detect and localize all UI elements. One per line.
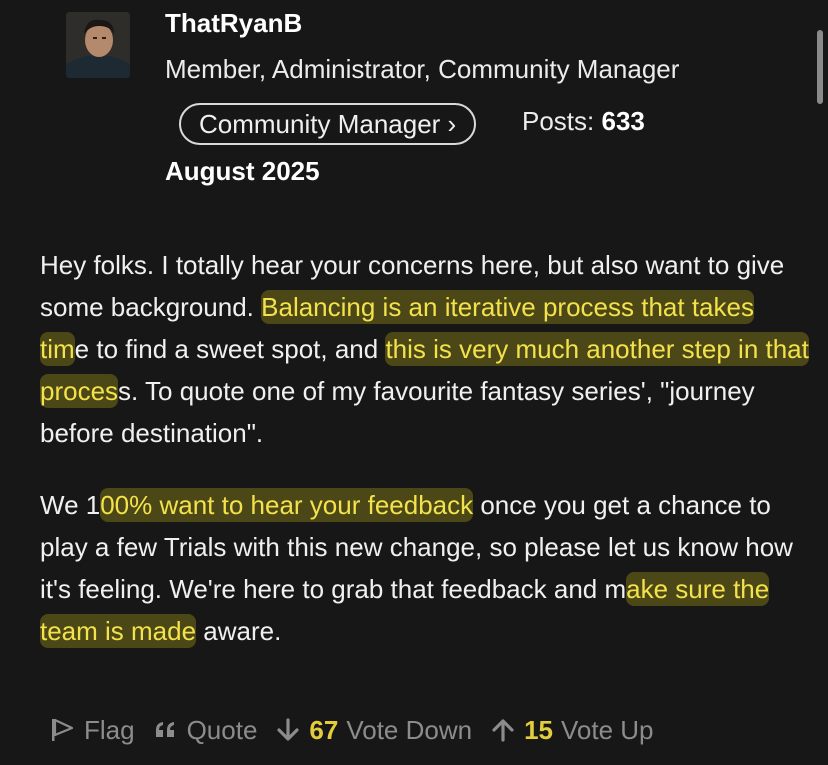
posts-label: Posts: <box>522 106 602 136</box>
author-roles: Member, Administrator, Community Manager <box>165 54 680 84</box>
avatar[interactable] <box>66 12 130 78</box>
post-count: Posts: 633 <box>522 106 645 137</box>
role-badge-label: Community Manager › <box>199 108 457 139</box>
posts-count-value: 633 <box>601 106 645 136</box>
vote-down-button[interactable]: 67 Vote Down <box>275 715 472 746</box>
post-paragraph-1: Hey folks. I totally hear your concerns … <box>40 244 810 454</box>
flag-label: Flag <box>84 714 135 745</box>
flag-button[interactable]: Flag <box>48 715 135 746</box>
vote-up-button[interactable]: 15 Vote Up <box>490 714 654 746</box>
p2-highlight-1: 00% want to hear your feedback <box>100 488 474 522</box>
vote-down-count: 67 <box>309 714 339 745</box>
quote-button[interactable]: Quote <box>153 714 258 746</box>
post-actions: Flag Quote 67 Vote Down 15 Vote Up <box>48 710 654 750</box>
arrow-down-icon <box>277 718 300 741</box>
arrow-up-icon <box>492 719 514 742</box>
post-paragraph-2: We 100% want to hear your feedback once … <box>40 484 810 652</box>
quote-label: Quote <box>186 714 258 745</box>
vote-up-label: Vote Up <box>561 714 654 745</box>
p2-text-a: We 1 <box>40 490 101 520</box>
join-date: August 2025 <box>165 156 320 186</box>
author-username[interactable]: ThatRyanB <box>165 8 302 39</box>
p1-text-c: s. To quote one of my favourite fantasy … <box>40 376 755 448</box>
quote-icon <box>155 722 174 737</box>
role-badge-button[interactable]: Community Manager › <box>179 103 477 145</box>
scrollbar[interactable] <box>817 30 823 104</box>
avatar-image <box>66 12 130 78</box>
vote-up-count: 15 <box>524 714 553 745</box>
flag-icon <box>52 718 74 741</box>
vote-down-label: Vote Down <box>346 714 473 745</box>
p2-text-c: aware. <box>196 616 282 646</box>
p1-text-b: e to find a sweet spot, and <box>74 334 386 364</box>
